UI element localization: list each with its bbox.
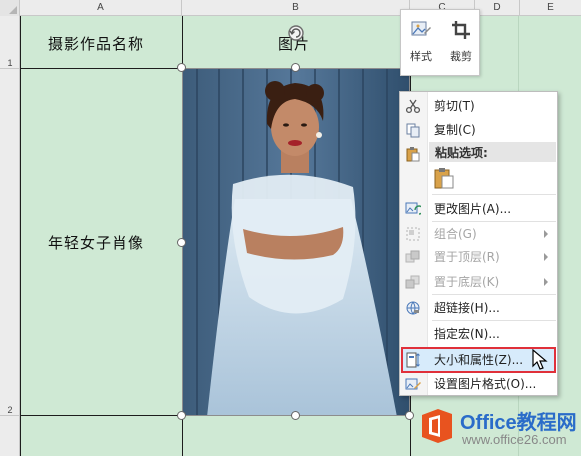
- paste-icon: [434, 168, 454, 189]
- menu-item-assign-macro-label: 指定宏(N)...: [434, 327, 500, 341]
- paste-options-label: 粘贴选项:: [435, 146, 488, 160]
- menu-item-hyperlink-label: 超链接(H)...: [434, 301, 500, 315]
- crop-icon: [452, 21, 470, 39]
- column-header-a[interactable]: A: [20, 0, 182, 16]
- column-header-bar: A B C D E: [0, 0, 581, 16]
- menu-separator: [432, 194, 556, 195]
- clipboard-icon: [406, 147, 420, 162]
- resize-handle-top[interactable]: [291, 63, 300, 72]
- crop-button[interactable]: 裁剪: [441, 10, 481, 77]
- resize-handle-bottom[interactable]: [291, 411, 300, 420]
- column-header-d[interactable]: D: [475, 0, 520, 16]
- resize-handle-left[interactable]: [177, 238, 186, 247]
- submenu-arrow-icon: [544, 253, 548, 261]
- bring-to-front-icon: [405, 250, 420, 263]
- menu-item-bring-to-front-label: 置于顶层(R): [434, 250, 500, 264]
- menu-item-change-picture-label: 更改图片(A)...: [434, 202, 512, 216]
- crop-button-label: 裁剪: [450, 50, 472, 63]
- menu-item-bring-to-front[interactable]: 置于顶层(R): [400, 245, 557, 269]
- menu-item-cut[interactable]: 剪切(T): [400, 94, 557, 118]
- menu-item-assign-macro[interactable]: 指定宏(N)...: [400, 322, 557, 346]
- paste-button[interactable]: [432, 166, 456, 190]
- menu-item-cut-label: 剪切(T): [434, 99, 475, 113]
- cell-a2[interactable]: 年轻女子肖像: [48, 232, 144, 253]
- column-header-b[interactable]: B: [182, 0, 410, 16]
- change-picture-icon: [405, 202, 421, 215]
- menu-separator: [432, 320, 556, 321]
- rotate-icon[interactable]: [287, 24, 305, 42]
- paste-options-header: 粘贴选项:: [429, 142, 556, 162]
- menu-separator: [432, 294, 556, 295]
- column-header-e[interactable]: E: [520, 0, 581, 16]
- scissors-icon: [405, 99, 421, 114]
- size-properties-icon: [406, 352, 420, 368]
- style-button[interactable]: 样式: [401, 10, 441, 77]
- menu-item-copy[interactable]: 复制(C): [400, 118, 557, 142]
- office-logo-icon: [422, 409, 452, 443]
- picture-style-icon: [411, 21, 431, 36]
- format-picture-icon: [405, 378, 421, 390]
- cell-a1[interactable]: 摄影作品名称: [48, 33, 144, 54]
- row-divider: [0, 415, 20, 416]
- cell-border: [20, 16, 21, 456]
- row-divider: [0, 68, 20, 69]
- menu-item-copy-label: 复制(C): [434, 123, 476, 137]
- submenu-arrow-icon: [544, 230, 548, 238]
- picture-mini-toolbar: 样式 裁剪: [400, 9, 480, 76]
- group-icon: [406, 227, 420, 241]
- row-header-1[interactable]: 1: [0, 58, 20, 68]
- watermark-title: Office教程网: [460, 412, 577, 434]
- menu-item-format-picture[interactable]: 设置图片格式(O)...: [400, 372, 557, 396]
- menu-item-send-to-back-label: 置于底层(K): [434, 275, 500, 289]
- menu-item-change-picture[interactable]: 更改图片(A)...: [400, 197, 557, 221]
- hyperlink-icon: [406, 301, 420, 315]
- resize-handle-bottom-left[interactable]: [177, 411, 186, 420]
- menu-item-size-and-properties-label: 大小和属性(Z)...: [434, 353, 524, 367]
- watermark-url: www.office26.com: [462, 432, 567, 447]
- row-header-bar: 1 2: [0, 16, 20, 456]
- portrait-picture[interactable]: [182, 68, 410, 416]
- mouse-cursor-icon: [532, 348, 548, 371]
- submenu-arrow-icon: [544, 278, 548, 286]
- row-header-2[interactable]: 2: [0, 405, 20, 415]
- menu-item-format-picture-label: 设置图片格式(O)...: [434, 377, 537, 391]
- menu-item-hyperlink[interactable]: 超链接(H)...: [400, 296, 557, 320]
- copy-icon: [406, 123, 420, 138]
- resize-handle-top-left[interactable]: [177, 63, 186, 72]
- send-to-back-icon: [405, 275, 420, 289]
- style-button-label: 样式: [410, 50, 432, 63]
- portrait-image: [183, 69, 409, 415]
- menu-item-group-label: 组合(G): [434, 227, 477, 241]
- menu-item-group[interactable]: 组合(G): [400, 222, 557, 246]
- select-all-corner[interactable]: [0, 0, 20, 16]
- menu-item-send-to-back[interactable]: 置于底层(K): [400, 270, 557, 294]
- watermark: Office教程网 www.office26.com: [412, 402, 577, 452]
